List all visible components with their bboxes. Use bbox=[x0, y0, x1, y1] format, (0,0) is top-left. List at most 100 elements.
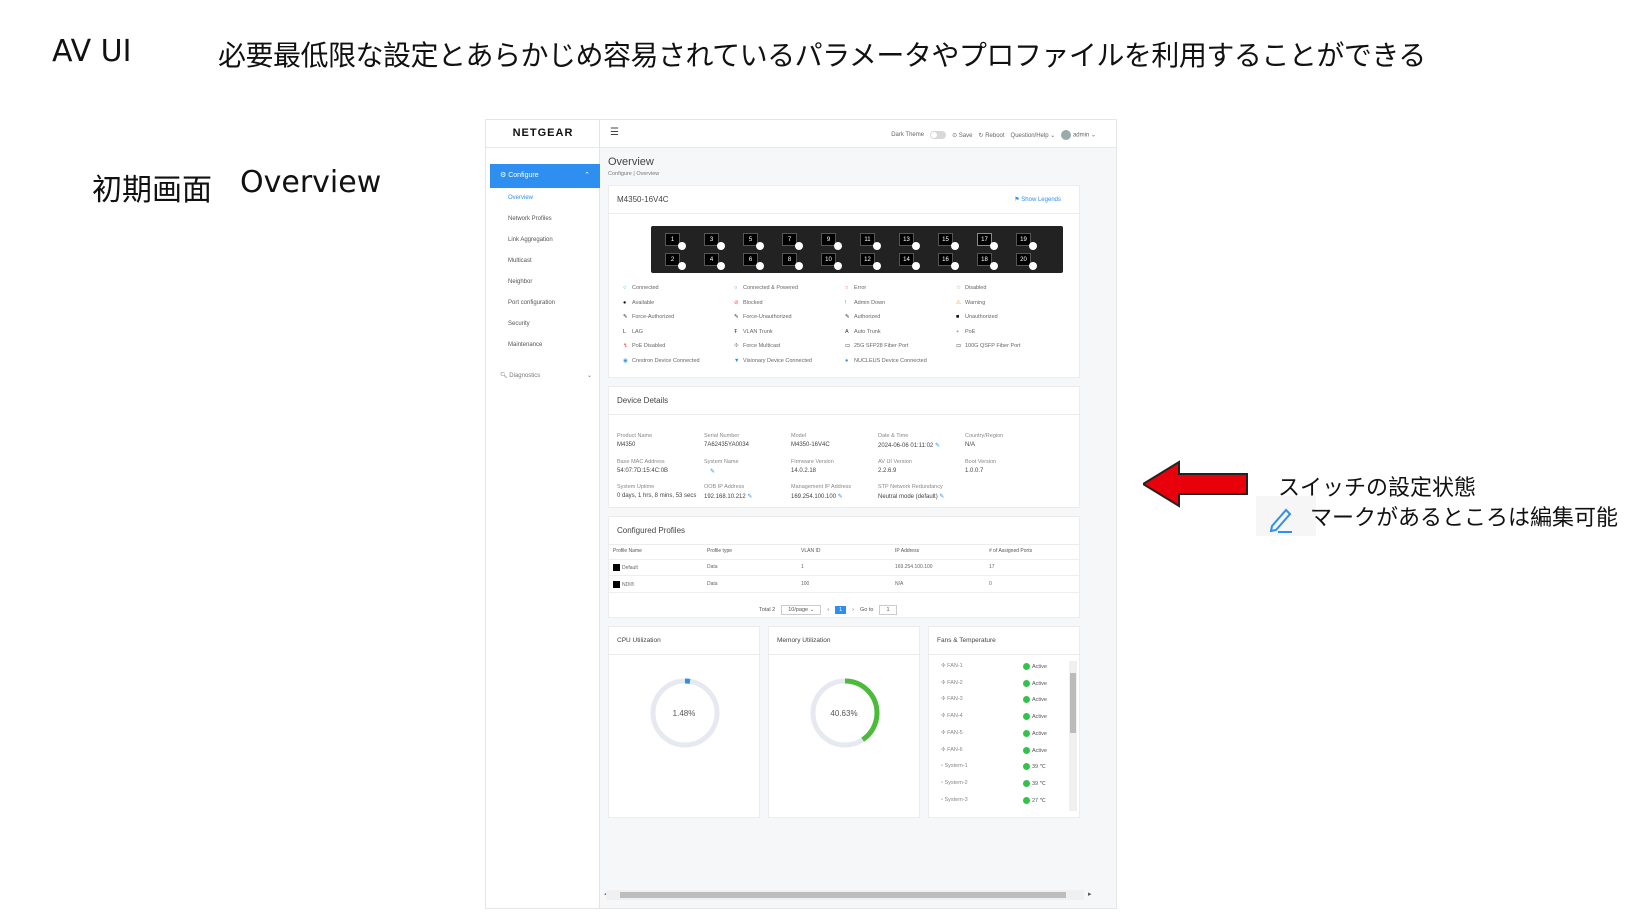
table-header: Profile Name bbox=[613, 548, 642, 554]
sidebar-item-link-aggregation[interactable]: Link Aggregation bbox=[508, 237, 553, 243]
detail-value-text: 2.2.6.9 bbox=[878, 467, 897, 474]
legend-icon: ☆ bbox=[956, 285, 961, 291]
detail-value-text: 169.254.100.100 bbox=[791, 494, 837, 500]
port-6[interactable]: 6 bbox=[743, 253, 764, 270]
port-8[interactable]: 8 bbox=[782, 253, 803, 270]
port-14[interactable]: 14 bbox=[899, 253, 920, 270]
legend-label: NUCLEUS Device Connected bbox=[854, 357, 927, 364]
sidebar-item-network-profiles[interactable]: Network Profiles bbox=[508, 216, 552, 222]
sidebar-item-security[interactable]: Security bbox=[508, 321, 530, 327]
fans-scroll-thumb[interactable] bbox=[1070, 673, 1076, 733]
scroll-right-icon[interactable]: ▸ bbox=[1088, 890, 1092, 898]
horizontal-scrollbar[interactable] bbox=[606, 890, 1084, 900]
slide-subtitle-right: Overview bbox=[240, 165, 382, 200]
goto-input[interactable]: 1 bbox=[879, 605, 897, 615]
gear-icon: ⚙ bbox=[500, 172, 509, 179]
row-divider bbox=[609, 559, 1079, 560]
port-1[interactable]: 1 bbox=[665, 233, 686, 250]
detail-value-text: M4350 bbox=[617, 442, 636, 448]
dark-theme-toggle[interactable] bbox=[930, 131, 947, 139]
legend-label: Force-Authorized bbox=[632, 314, 675, 320]
cpu-card: CPU Utilization 1.48% bbox=[608, 626, 760, 818]
sidebar-item-overview[interactable]: Overview bbox=[508, 195, 533, 201]
edit-pencil-icon[interactable]: ✎ bbox=[836, 494, 843, 500]
legend-icon: L bbox=[623, 328, 627, 335]
fan-name-text: System-1 bbox=[944, 763, 968, 770]
save-label: Save bbox=[958, 132, 973, 139]
sidebar-item-port-configuration[interactable]: Port configuration bbox=[508, 300, 555, 306]
sidebar-item-maintenance[interactable]: Maintenance bbox=[508, 342, 542, 348]
edit-pencil-icon[interactable]: ✎ bbox=[938, 494, 944, 500]
breadcrumb: Configure | Overview bbox=[608, 171, 660, 177]
fan-name: ✢ FAN-4 bbox=[941, 713, 963, 719]
port-status-dot bbox=[1029, 262, 1037, 270]
edit-pencil-icon[interactable]: ✎ bbox=[710, 469, 715, 475]
sidebar-item-neighbor[interactable]: Neighbor bbox=[508, 279, 532, 285]
detail-value-text: 2024-06-06 01:11:02 bbox=[878, 443, 934, 449]
sidebar-item-diagnostics[interactable]: 🔍︎ Diagnostics ⌄ bbox=[500, 372, 596, 379]
port-7[interactable]: 7 bbox=[782, 233, 803, 250]
port-status-dot bbox=[990, 262, 998, 270]
fan-name: ✢ FAN-6 bbox=[941, 747, 963, 753]
port-5[interactable]: 5 bbox=[743, 233, 764, 250]
port-16[interactable]: 16 bbox=[938, 253, 959, 270]
help-menu[interactable]: Question/Help ⌄ bbox=[1011, 132, 1056, 139]
edit-pencil-icon[interactable]: ✎ bbox=[746, 494, 752, 500]
port-2[interactable]: 2 bbox=[665, 253, 686, 270]
edit-pencil-icon[interactable]: ✎ bbox=[933, 443, 940, 449]
legend-label: Authorized bbox=[854, 314, 881, 320]
profile-name-cell[interactable]: Default bbox=[613, 564, 638, 571]
detail-value: N/A bbox=[965, 442, 975, 448]
fan-status: Active bbox=[1023, 713, 1047, 721]
port-15[interactable]: 15 bbox=[938, 233, 959, 250]
per-page-select[interactable]: 10/page ⌄ bbox=[781, 605, 822, 615]
nav-configure[interactable]: ⚙ Configure ⌃ bbox=[490, 164, 600, 188]
horizontal-scroll-thumb[interactable] bbox=[620, 892, 1066, 898]
port-9[interactable]: 9 bbox=[821, 233, 842, 250]
fan-status: 39 ℃ bbox=[1023, 779, 1046, 787]
port-4[interactable]: 4 bbox=[704, 253, 725, 270]
legend-label: 25G SFP28 Fiber Port bbox=[854, 343, 909, 349]
fan-status: Active bbox=[1023, 663, 1047, 670]
fan-name: ✢ FAN-3 bbox=[941, 696, 963, 702]
chevron-up-icon: ⌃ bbox=[584, 172, 590, 179]
detail-value: 2024-06-06 01:11:02 ✎ bbox=[878, 442, 940, 449]
port-11[interactable]: 11 bbox=[860, 233, 881, 250]
cpu-value: 1.48% bbox=[672, 709, 696, 718]
hamburger-icon[interactable]: ☰ bbox=[610, 127, 619, 138]
detail-label: Country/Region bbox=[965, 433, 1004, 439]
next-page-button[interactable]: › bbox=[852, 607, 854, 613]
legend-item: ↯ PoE Disabled bbox=[623, 343, 665, 349]
fan-status-text: Active bbox=[1032, 697, 1047, 704]
port-18[interactable]: 18 bbox=[977, 253, 998, 270]
detail-value: 14.0.2.18 bbox=[791, 468, 816, 474]
show-legends-button[interactable]: ⚑ Show Legends bbox=[1014, 186, 1061, 214]
port-status-dot bbox=[951, 262, 959, 270]
profile-name-cell[interactable]: NDI® bbox=[613, 580, 634, 588]
sidebar-item-multicast[interactable]: Multicast bbox=[508, 258, 532, 264]
reboot-button[interactable]: ↻ Reboot bbox=[978, 132, 1004, 139]
port-10[interactable]: 10 bbox=[821, 253, 842, 270]
table-cell: Data bbox=[707, 564, 718, 570]
check-icon bbox=[1023, 746, 1030, 754]
fan-status: Active bbox=[1023, 696, 1047, 704]
legend-label: Available bbox=[632, 299, 655, 306]
save-button[interactable]: ⊙ Save bbox=[952, 132, 972, 139]
fan-name-text: System-2 bbox=[944, 779, 968, 786]
port-13[interactable]: 13 bbox=[899, 233, 920, 250]
port-12[interactable]: 12 bbox=[860, 253, 881, 270]
port-17[interactable]: 17 bbox=[977, 233, 998, 250]
user-menu[interactable]: admin ⌄ bbox=[1061, 130, 1096, 140]
detail-label: Product Name bbox=[617, 433, 653, 439]
port-status-dot bbox=[912, 262, 920, 270]
goto-label: Go to bbox=[860, 607, 874, 613]
current-page[interactable]: 1 bbox=[835, 606, 847, 614]
sensor-name: ▫ System-2 bbox=[941, 780, 968, 786]
fans-scrollbar[interactable] bbox=[1069, 661, 1077, 811]
prev-page-button[interactable]: ‹ bbox=[827, 607, 829, 613]
profiles-card: Configured Profiles Profile Name Profile … bbox=[608, 516, 1080, 618]
port-3[interactable]: 3 bbox=[704, 233, 725, 250]
port-20[interactable]: 20 bbox=[1016, 253, 1037, 270]
port-19[interactable]: 19 bbox=[1016, 233, 1037, 250]
detail-value: 169.254.100.100 ✎ bbox=[791, 493, 843, 500]
